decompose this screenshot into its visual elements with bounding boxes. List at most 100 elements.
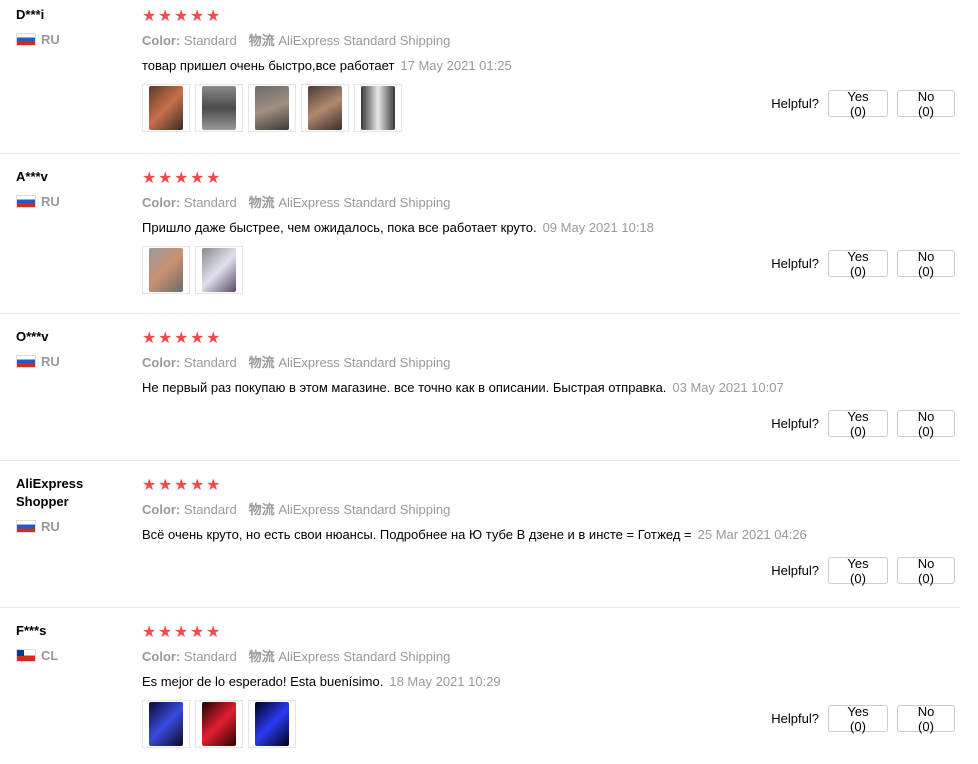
star-icon: ★ xyxy=(190,477,205,494)
star-icon: ★ xyxy=(190,8,205,25)
review-date: 17 May 2021 01:25 xyxy=(400,58,512,73)
star-rating: ★ ★ ★ ★ ★ xyxy=(142,170,960,188)
review-photo-thumbnail[interactable] xyxy=(248,84,296,132)
star-icon: ★ xyxy=(174,8,189,25)
star-icon: ★ xyxy=(206,477,221,494)
helpful-yes-button[interactable]: Yes (0) xyxy=(828,249,888,279)
review-item: D***i RU ★ ★ ★ ★ ★ Color: Standard 物流 AliExpr… xyxy=(0,0,960,154)
helpful-no-button[interactable]: No (0) xyxy=(897,249,955,279)
helpful-controls: Helpful? Yes (0) No (0) xyxy=(771,704,955,734)
star-icon: ★ xyxy=(158,477,173,494)
color-label: Color: xyxy=(142,195,181,210)
helpful-controls: Helpful? Yes (0) No (0) xyxy=(771,556,955,586)
review-date: 03 May 2021 10:07 xyxy=(672,380,784,395)
ru-flag-icon xyxy=(16,355,36,368)
helpful-no-button[interactable]: No (0) xyxy=(897,704,955,734)
review-text: Не первый раз покупаю в этом магазине. в… xyxy=(142,380,960,396)
color-value: Standard xyxy=(183,649,237,664)
helpful-label: Helpful? xyxy=(771,711,819,726)
star-icon: ★ xyxy=(174,477,189,494)
reviewer-country: RU xyxy=(16,519,126,534)
review-photo-thumbnail[interactable] xyxy=(142,84,190,132)
reviewer-name: D***i xyxy=(16,7,45,22)
review-meta: Color: Standard 物流 AliExpress Standard Sh… xyxy=(142,355,960,371)
shipping-value: AliExpress Standard Shipping xyxy=(278,502,451,517)
helpful-controls: Helpful? Yes (0) No (0) xyxy=(771,409,955,439)
helpful-yes-button[interactable]: Yes (0) xyxy=(828,556,888,586)
review-item: F***s CL ★ ★ ★ ★ ★ Color: Standard 物流 AliExpr… xyxy=(0,608,960,764)
star-icon: ★ xyxy=(190,170,205,187)
helpful-controls: Helpful? Yes (0) No (0) xyxy=(771,89,955,119)
review-photo-thumbnail[interactable] xyxy=(195,700,243,748)
star-icon: ★ xyxy=(174,624,189,641)
review-text: Es mejor de lo esperado! Esta buenísimo.… xyxy=(142,674,960,690)
review-text: Всё очень круто, но есть свои нюансы. По… xyxy=(142,527,960,543)
review-photo-thumbnail[interactable] xyxy=(142,700,190,748)
review-photo-thumbnail[interactable] xyxy=(195,246,243,294)
color-label: Color: xyxy=(142,649,181,664)
helpful-yes-button[interactable]: Yes (0) xyxy=(828,89,888,119)
reviewer-country: RU xyxy=(16,354,126,369)
review-photo-thumbnail[interactable] xyxy=(142,246,190,294)
shipping-label: 物流 xyxy=(248,195,275,210)
review-body: Es mejor de lo esperado! Esta buenísimo. xyxy=(142,674,384,689)
helpful-yes-button[interactable]: Yes (0) xyxy=(828,409,888,439)
helpful-no-button[interactable]: No (0) xyxy=(897,89,955,119)
star-icon: ★ xyxy=(206,170,221,187)
shipping-label: 物流 xyxy=(248,502,275,517)
star-icon: ★ xyxy=(206,8,221,25)
star-icon: ★ xyxy=(142,624,157,641)
country-code: CL xyxy=(41,648,59,663)
reviewer-info: D***i RU xyxy=(16,6,126,47)
review-date: 09 May 2021 10:18 xyxy=(542,220,654,235)
star-icon: ★ xyxy=(206,624,221,641)
country-code: RU xyxy=(41,194,60,209)
review-meta: Color: Standard 物流 AliExpress Standard Sh… xyxy=(142,502,960,518)
helpful-controls: Helpful? Yes (0) No (0) xyxy=(771,249,955,279)
review-date: 18 May 2021 10:29 xyxy=(389,674,501,689)
review-body: Не первый раз покупаю в этом магазине. в… xyxy=(142,380,667,395)
helpful-label: Helpful? xyxy=(771,416,819,431)
color-value: Standard xyxy=(183,355,237,370)
review-photo-thumbnail[interactable] xyxy=(354,84,402,132)
ru-flag-icon xyxy=(16,33,36,46)
shipping-label: 物流 xyxy=(248,649,275,664)
star-icon: ★ xyxy=(158,8,173,25)
shipping-label: 物流 xyxy=(248,33,275,48)
reviewer-info: AliExpress Shopper RU xyxy=(16,475,126,534)
star-icon: ★ xyxy=(142,477,157,494)
color-label: Color: xyxy=(142,502,181,517)
star-icon: ★ xyxy=(158,170,173,187)
review-meta: Color: Standard 物流 AliExpress Standard Sh… xyxy=(142,649,960,665)
star-icon: ★ xyxy=(206,330,221,347)
reviewer-country: RU xyxy=(16,32,126,47)
star-rating: ★ ★ ★ ★ ★ xyxy=(142,8,960,26)
star-rating: ★ ★ ★ ★ ★ xyxy=(142,624,960,642)
review-item: AliExpress Shopper RU ★ ★ ★ ★ ★ Color: Stand… xyxy=(0,461,960,608)
review-photo-thumbnail[interactable] xyxy=(248,700,296,748)
review-item: O***v RU ★ ★ ★ ★ ★ Color: Standard 物流 AliExpr… xyxy=(0,314,960,461)
review-photo-thumbnail[interactable] xyxy=(195,84,243,132)
color-value: Standard xyxy=(183,33,237,48)
helpful-yes-button[interactable]: Yes (0) xyxy=(828,704,888,734)
star-icon: ★ xyxy=(142,8,157,25)
country-code: RU xyxy=(41,354,60,369)
star-rating: ★ ★ ★ ★ ★ xyxy=(142,477,960,495)
review-body: Всё очень круто, но есть свои нюансы. По… xyxy=(142,527,692,542)
review-body: товар пришел очень быстро,все работает xyxy=(142,58,395,73)
color-label: Color: xyxy=(142,355,181,370)
helpful-no-button[interactable]: No (0) xyxy=(897,556,955,586)
review-item: A***v RU ★ ★ ★ ★ ★ Color: Standard 物流 AliExpr… xyxy=(0,154,960,314)
shipping-value: AliExpress Standard Shipping xyxy=(278,649,451,664)
shipping-value: AliExpress Standard Shipping xyxy=(278,355,451,370)
helpful-no-button[interactable]: No (0) xyxy=(897,409,955,439)
review-photo-thumbnail[interactable] xyxy=(301,84,349,132)
star-icon: ★ xyxy=(158,330,173,347)
review-list: D***i RU ★ ★ ★ ★ ★ Color: Standard 物流 AliExpr… xyxy=(0,0,978,764)
review-content: ★ ★ ★ ★ ★ Color: Standard 物流 AliExpress Stand… xyxy=(142,477,960,543)
reviewer-country: CL xyxy=(16,648,126,663)
country-code: RU xyxy=(41,519,60,534)
review-meta: Color: Standard 物流 AliExpress Standard Sh… xyxy=(142,33,960,49)
star-icon: ★ xyxy=(190,624,205,641)
review-text: товар пришел очень быстро,все работает 17… xyxy=(142,58,960,74)
